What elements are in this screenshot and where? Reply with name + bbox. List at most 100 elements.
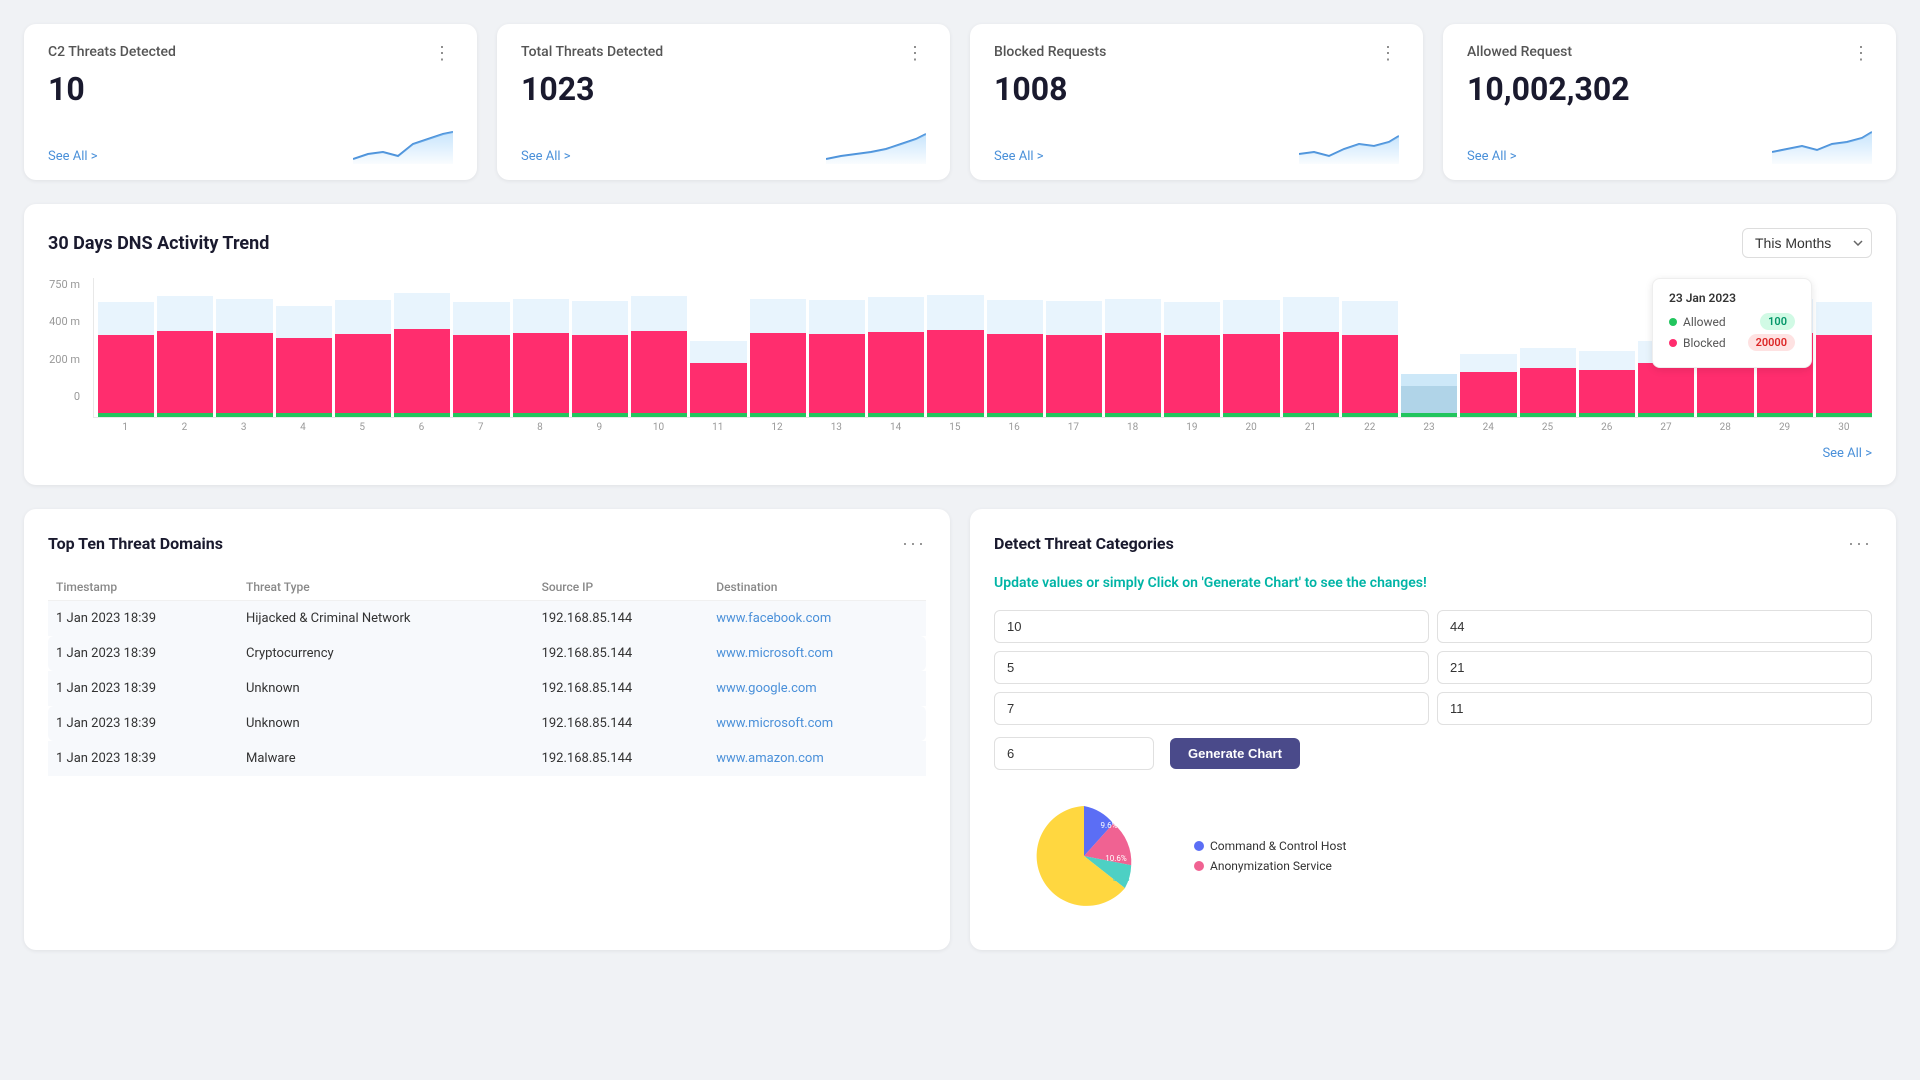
detect-input-2-0[interactable] — [994, 692, 1429, 725]
detect-threat-title: Detect Threat Categories — [994, 534, 1174, 553]
bar-green — [276, 413, 332, 417]
stat-menu-btn[interactable]: ⋮ — [1377, 44, 1399, 62]
detect-input-last[interactable] — [994, 737, 1154, 770]
stat-menu-btn[interactable]: ⋮ — [904, 44, 926, 62]
bar-green — [98, 413, 154, 417]
top-threats-menu-btn[interactable]: ··· — [902, 533, 926, 554]
bar-green — [1105, 413, 1161, 417]
bar-green — [513, 413, 569, 417]
tooltip-blocked-row: Blocked 20000 — [1669, 334, 1795, 351]
bar-green — [1223, 413, 1279, 417]
x-label: 13 — [808, 422, 864, 433]
pie-label-1: 10.6% — [1105, 854, 1127, 863]
stat-card-header: C2 Threats Detected ⋮ — [48, 44, 453, 62]
stat-footer: See All > — [1467, 124, 1872, 164]
threat-table: TimestampThreat TypeSource IPDestination… — [48, 574, 926, 776]
stat-menu-btn[interactable]: ⋮ — [1850, 44, 1872, 62]
bar-group[interactable] — [1223, 287, 1279, 417]
table-header-cell: Destination — [708, 574, 926, 601]
bar-group[interactable] — [513, 287, 569, 417]
detect-input-grid — [994, 610, 1872, 725]
detect-input-0-1[interactable] — [1437, 610, 1872, 643]
stat-title: C2 Threats Detected — [48, 44, 176, 60]
detect-input-1-1[interactable] — [1437, 651, 1872, 684]
x-label: 22 — [1342, 422, 1398, 433]
threat-table-body: 1 Jan 2023 18:39Hijacked & Criminal Netw… — [48, 601, 926, 777]
bar-allowed — [1401, 374, 1457, 386]
bar-blocked — [987, 334, 1043, 413]
bar-group[interactable] — [1579, 287, 1635, 417]
bar-group[interactable] — [572, 287, 628, 417]
table-row: 1 Jan 2023 18:39Hijacked & Criminal Netw… — [48, 601, 926, 637]
bar-group[interactable] — [631, 287, 687, 417]
bar-allowed — [1164, 302, 1220, 335]
stat-card-c2-threats: C2 Threats Detected ⋮ 10 See All > — [24, 24, 477, 180]
bar-green — [1342, 413, 1398, 417]
bar-group[interactable] — [987, 287, 1043, 417]
bar-green — [572, 413, 628, 417]
bar-group[interactable] — [276, 287, 332, 417]
bar-group[interactable] — [1460, 287, 1516, 417]
bar-group[interactable] — [690, 287, 746, 417]
bar-group[interactable] — [394, 287, 450, 417]
bar-allowed — [394, 293, 450, 329]
bar-blocked — [927, 330, 983, 413]
stat-title: Blocked Requests — [994, 44, 1106, 60]
table-header-cell: Timestamp — [48, 574, 238, 601]
bar-group[interactable] — [1816, 287, 1872, 417]
stat-menu-btn[interactable]: ⋮ — [431, 44, 453, 62]
tooltip-blocked-label: Blocked — [1683, 336, 1742, 350]
x-label: 16 — [986, 422, 1042, 433]
x-label: 19 — [1164, 422, 1220, 433]
bar-group[interactable] — [1283, 287, 1339, 417]
sparkline-svg — [1772, 124, 1872, 164]
detect-input-1-0[interactable] — [994, 651, 1429, 684]
bar-group[interactable] — [750, 287, 806, 417]
table-cell: 1 Jan 2023 18:39 — [48, 741, 238, 776]
stat-card-header: Allowed Request ⋮ — [1467, 44, 1872, 62]
bar-allowed — [335, 300, 391, 334]
x-label: 2 — [156, 422, 212, 433]
stat-value: 10,002,302 — [1467, 70, 1872, 108]
bar-green — [987, 413, 1043, 417]
bar-group[interactable] — [157, 287, 213, 417]
bar-allowed — [750, 299, 806, 333]
bar-group[interactable] — [216, 287, 272, 417]
generate-chart-btn[interactable]: Generate Chart — [1170, 738, 1300, 769]
pie-legend: Command & Control Host Anonymization Ser… — [1194, 839, 1346, 873]
bar-blocked — [1046, 335, 1102, 413]
trend-filter-select[interactable]: This MonthsLast MonthLast 3 Months — [1742, 228, 1872, 258]
bar-group[interactable] — [927, 287, 983, 417]
detect-threat-menu-btn[interactable]: ··· — [1848, 533, 1872, 554]
bar-group[interactable] — [809, 287, 865, 417]
bar-allowed — [1520, 348, 1576, 368]
bar-group[interactable] — [1164, 287, 1220, 417]
table-cell: Unknown — [238, 706, 534, 741]
detect-threat-card: Detect Threat Categories ··· Update valu… — [970, 509, 1896, 950]
bar-group[interactable] — [1046, 287, 1102, 417]
bar-group[interactable] — [1342, 287, 1398, 417]
bar-group[interactable] — [98, 287, 154, 417]
see-all-link[interactable]: See All > — [48, 149, 98, 164]
detect-input-2-1[interactable] — [1437, 692, 1872, 725]
table-cell: www.google.com — [708, 671, 926, 706]
table-header-cell: Source IP — [534, 574, 709, 601]
bar-group[interactable] — [868, 287, 924, 417]
x-label: 26 — [1579, 422, 1635, 433]
bar-group[interactable] — [335, 287, 391, 417]
bar-group[interactable] — [1520, 287, 1576, 417]
see-all-link[interactable]: See All > — [521, 149, 571, 164]
trend-see-all-link[interactable]: See All > — [1822, 446, 1872, 461]
bar-group[interactable] — [453, 287, 509, 417]
table-cell: 1 Jan 2023 18:39 — [48, 601, 238, 637]
bar-green — [1401, 413, 1457, 417]
bar-group[interactable] — [1105, 287, 1161, 417]
detect-input-0-0[interactable] — [994, 610, 1429, 643]
see-all-link[interactable]: See All > — [994, 149, 1044, 164]
detect-last-row: Generate Chart — [994, 737, 1872, 770]
y-label: 0 — [48, 390, 80, 403]
see-all-link[interactable]: See All > — [1467, 149, 1517, 164]
bar-group[interactable] — [1401, 287, 1457, 417]
stat-value: 1008 — [994, 70, 1399, 108]
pie-label-2: 5.8% — [1113, 874, 1130, 883]
